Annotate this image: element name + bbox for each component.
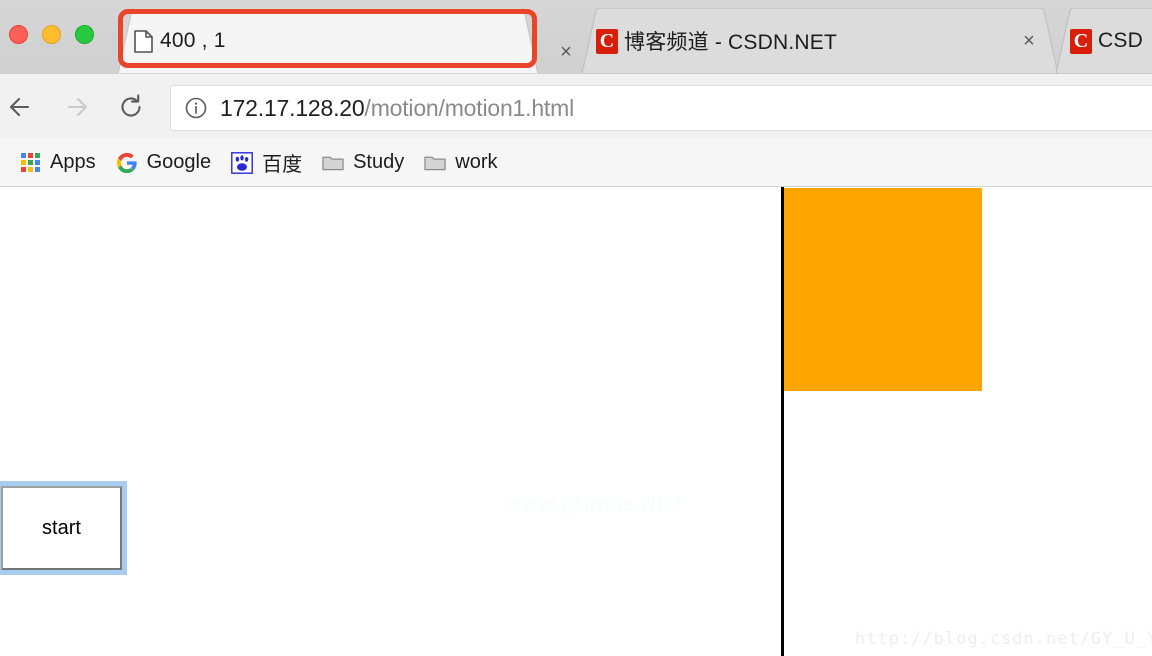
tab-csdn-third[interactable]: C CSD: [1056, 8, 1152, 74]
tab-title: CSD: [1098, 29, 1143, 52]
csdn-logo-letter: C: [596, 28, 618, 54]
tab-close-button-1[interactable]: ×: [555, 41, 577, 63]
browser-window: 400 , 1 × C 博客频道 - CSDN.NET × C CSD 172.…: [0, 0, 1152, 656]
url-path: /motion/motion1.html: [364, 94, 575, 121]
back-arrow-icon[interactable]: [4, 90, 38, 124]
tab-content: 400 , 1: [118, 8, 538, 74]
bookmark-label: Google: [146, 151, 212, 173]
page-viewport: www.gHome.NET start http://blog.csdn.net…: [0, 187, 1152, 656]
tab-content: 博客频道 - CSDN.NET: [582, 8, 1058, 74]
zoom-window-button[interactable]: [75, 25, 94, 44]
bookmark-google[interactable]: Google: [107, 146, 221, 180]
start-button[interactable]: start: [0, 481, 127, 575]
tab-csdn-blog[interactable]: C 博客频道 - CSDN.NET ×: [582, 8, 1058, 74]
bookmark-apps[interactable]: Apps: [10, 146, 105, 180]
tab-close-button-2[interactable]: ×: [1018, 30, 1040, 52]
baidu-paw-icon: [231, 151, 253, 174]
csdn-logo-letter: C: [1070, 28, 1092, 54]
csdn-icon: C: [1070, 28, 1092, 54]
bookmark-study[interactable]: Study: [313, 146, 413, 180]
window-controls: [9, 25, 94, 44]
folder-icon: [424, 152, 446, 174]
bookmark-label: work: [455, 151, 498, 173]
tab-title: 博客频道 - CSDN.NET: [624, 31, 837, 54]
reload-icon[interactable]: [114, 90, 148, 124]
orange-animated-box: [784, 188, 982, 391]
tab-strip: 400 , 1 × C 博客频道 - CSDN.NET × C CSD: [0, 0, 1152, 74]
document-icon: [132, 29, 154, 53]
bookmark-label: Study: [353, 151, 405, 173]
tab-400-1[interactable]: 400 , 1: [118, 8, 538, 74]
bookmark-baidu[interactable]: 百度: [222, 146, 311, 180]
close-window-button[interactable]: [9, 25, 28, 44]
url-display: 172.17.128.20/motion/motion1.html: [220, 95, 574, 122]
minimize-window-button[interactable]: [42, 25, 61, 44]
address-bar[interactable]: 172.17.128.20/motion/motion1.html: [170, 85, 1152, 131]
url-host: 172.17.128.20: [220, 94, 365, 121]
info-circle-icon[interactable]: [184, 96, 208, 120]
bookmark-work[interactable]: work: [415, 146, 506, 180]
google-g-icon: [116, 152, 138, 174]
bookmarks-bar: Apps Google 百度 Study work: [0, 139, 1152, 187]
page-watermark-text: www.gHome.NET: [505, 493, 685, 516]
blog-watermark-text: http://blog.csdn.net/GY_U_YG: [855, 629, 1152, 649]
apps-grid-icon: [19, 152, 41, 174]
bookmark-label: Apps: [50, 151, 96, 173]
csdn-icon: C: [596, 28, 618, 54]
folder-icon: [322, 152, 344, 174]
tab-title: 400 , 1: [160, 29, 226, 52]
forward-arrow-icon: [59, 90, 93, 124]
bookmark-label: 百度: [262, 154, 303, 176]
